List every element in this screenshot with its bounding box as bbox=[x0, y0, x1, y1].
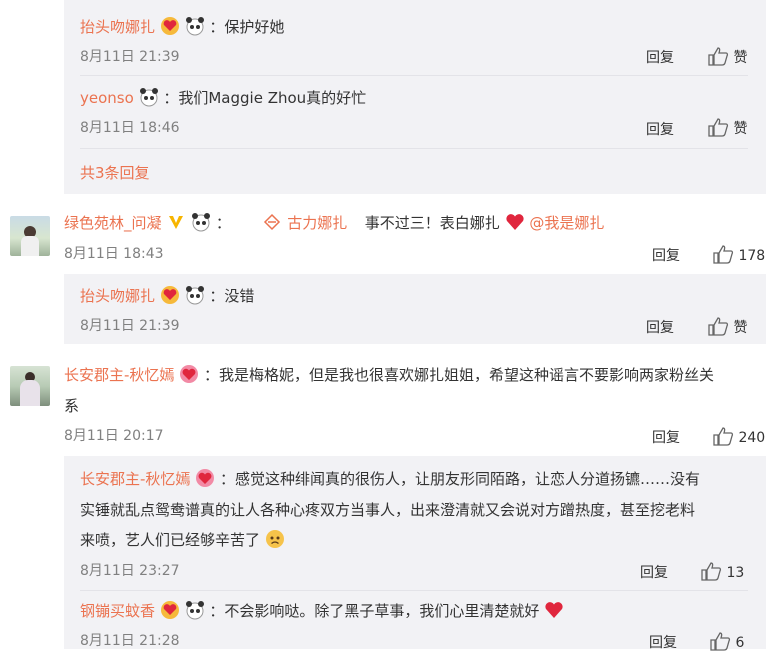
reply-item: 抬头吻娜扎 ：保护好她 bbox=[80, 16, 284, 37]
reply-time: 8月11日 21:39 bbox=[80, 318, 180, 334]
fan-heart-badge-icon bbox=[160, 17, 179, 35]
reply-item: 钢镚买蚊香 ：不会影响哒。除了黑子草事，我们心里清楚就好 bbox=[80, 600, 564, 621]
reply-button[interactable]: 回复 bbox=[646, 119, 674, 139]
comment-text-cont: 系 bbox=[64, 397, 80, 415]
reply-button[interactable]: 回复 bbox=[652, 427, 680, 447]
topic-tag[interactable]: 古力娜扎 bbox=[287, 214, 347, 232]
reply-author[interactable]: 长安郡主-秋忆嫣 bbox=[80, 470, 190, 488]
vip-v-icon bbox=[169, 216, 184, 229]
heart-icon bbox=[545, 602, 563, 618]
colon: ： bbox=[215, 214, 231, 232]
divider bbox=[80, 590, 748, 591]
fan-heart-badge-icon bbox=[160, 286, 179, 304]
thumbs-up-icon bbox=[708, 317, 729, 336]
reply-text-cont: 来喷，艺人们已经够辛苦了 bbox=[80, 529, 285, 550]
comment-author[interactable]: 长安郡主-秋忆嫣 bbox=[64, 366, 174, 384]
thumbs-up-icon bbox=[701, 562, 722, 581]
reply-time: 8月11日 23:27 bbox=[80, 563, 180, 579]
reply-button[interactable]: 回复 bbox=[646, 47, 674, 67]
fan-heart-badge-icon bbox=[160, 601, 179, 619]
avatar[interactable] bbox=[10, 216, 50, 256]
reply-button[interactable]: 回复 bbox=[646, 317, 674, 337]
reply-item: yeonso ：我们Maggie Zhou真的好忙 bbox=[80, 87, 366, 108]
panda-icon bbox=[185, 17, 204, 36]
comment-time: 8月11日 20:17 bbox=[64, 428, 164, 444]
like-count: 178 bbox=[738, 248, 766, 264]
like-button[interactable]: 赞 bbox=[707, 46, 747, 67]
like-button[interactable]: 赞 bbox=[707, 316, 747, 337]
like-button[interactable]: 赞 bbox=[707, 117, 747, 138]
sad-face-icon bbox=[265, 530, 284, 548]
like-label: 赞 bbox=[733, 320, 748, 336]
reply-text: ：不会影响哒。除了黑子草事，我们心里清楚就好 bbox=[209, 602, 540, 620]
panda-icon bbox=[192, 213, 211, 232]
reply-text-cont: 实锤就乱点鸳鸯谱真的让人各种心疼双方当事人，出来澄清就又会说对方蹭热度，甚至挖老… bbox=[80, 501, 696, 519]
divider bbox=[80, 148, 748, 149]
like-button[interactable]: 6 bbox=[709, 631, 744, 651]
like-button[interactable]: 240 bbox=[712, 426, 765, 446]
reply-author[interactable]: 抬头吻娜扎 bbox=[80, 287, 155, 305]
reply-time: 8月11日 18:46 bbox=[80, 120, 180, 136]
like-button[interactable]: 178 bbox=[712, 244, 765, 264]
mention-link[interactable]: @我是娜扎 bbox=[529, 214, 604, 232]
comment-time: 8月11日 18:43 bbox=[64, 246, 164, 262]
reply-time: 8月11日 21:28 bbox=[80, 633, 180, 649]
like-count: 13 bbox=[726, 565, 745, 581]
like-button[interactable]: 13 bbox=[700, 561, 744, 581]
reply-author[interactable]: 抬头吻娜扎 bbox=[80, 18, 155, 36]
reply-text: ：感觉这种绯闻真的很伤人，让朋友形同陌路，让恋人分道扬镳……没有 bbox=[219, 470, 700, 488]
comment-author[interactable]: 绿色苑林_问凝 bbox=[64, 214, 162, 232]
panda-icon bbox=[139, 88, 158, 107]
comment-line: 长安郡主-秋忆嫣 ：我是梅格妮，但是我也很喜欢娜扎姐姐，希望这种谣言不要影响两家… bbox=[64, 364, 714, 385]
heart-badge-icon bbox=[196, 469, 215, 487]
super-topic-icon bbox=[264, 213, 281, 231]
comment-text: ：我是梅格妮，但是我也很喜欢娜扎姐姐，希望这种谣言不要影响两家粉丝关 bbox=[203, 366, 714, 384]
reply-button[interactable]: 回复 bbox=[649, 632, 677, 652]
reply-item: 长安郡主-秋忆嫣 ：感觉这种绯闻真的很伤人，让朋友形同陌路，让恋人分道扬镳……没… bbox=[80, 468, 700, 489]
reply-text: ：我们Maggie Zhou真的好忙 bbox=[163, 89, 367, 107]
heart-icon bbox=[506, 214, 524, 230]
thumbs-up-icon bbox=[708, 47, 729, 66]
reply-author[interactable]: yeonso bbox=[80, 89, 134, 107]
reply-text-end: 来喷，艺人们已经够辛苦了 bbox=[80, 531, 261, 549]
reply-button[interactable]: 回复 bbox=[652, 245, 680, 265]
reply-text: ：保护好她 bbox=[209, 18, 285, 36]
thumbs-up-icon bbox=[713, 245, 734, 264]
like-label: 赞 bbox=[733, 121, 748, 137]
reply-time: 8月11日 21:39 bbox=[80, 49, 180, 65]
more-replies-link[interactable]: 共3条回复 bbox=[80, 162, 150, 183]
reply-item: 抬头吻娜扎 ：没错 bbox=[80, 285, 254, 306]
panda-icon bbox=[185, 286, 204, 305]
reply-author[interactable]: 钢镚买蚊香 bbox=[80, 602, 155, 620]
comment-line: 绿色苑林_问凝 ： 古力娜扎 事不过三！表白娜扎 @我是娜扎 bbox=[64, 212, 604, 233]
like-count: 240 bbox=[738, 430, 766, 446]
divider bbox=[80, 75, 748, 76]
reply-text: ：没错 bbox=[209, 287, 255, 305]
thumbs-up-icon bbox=[710, 632, 731, 651]
thumbs-up-icon bbox=[708, 118, 729, 137]
thumbs-up-icon bbox=[713, 427, 734, 446]
heart-badge-icon bbox=[180, 365, 199, 383]
avatar[interactable] bbox=[10, 366, 50, 406]
panda-icon bbox=[185, 601, 204, 620]
like-label: 赞 bbox=[733, 50, 748, 66]
comment-text: 事不过三！表白娜扎 bbox=[364, 214, 500, 232]
reply-button[interactable]: 回复 bbox=[640, 562, 668, 582]
